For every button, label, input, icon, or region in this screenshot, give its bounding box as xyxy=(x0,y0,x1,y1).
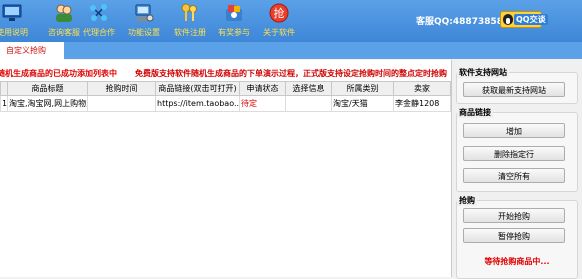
rush-group-title: 抢购 xyxy=(457,195,477,206)
control-panel: 软件支持网站 获取最新支持网站 商品链接 增加 删除指定行 清空所有 抢购 开始… xyxy=(452,60,582,279)
get-support-sites-button[interactable]: 获取最新支持网站 xyxy=(463,82,565,97)
row-link[interactable]: https://item.taobao.... xyxy=(155,95,240,112)
row-index: 1 xyxy=(0,95,8,112)
about-badge-icon: 抢 xyxy=(269,3,289,23)
agent-cooperation-button[interactable]: 代理合作 xyxy=(75,1,123,39)
row-time[interactable] xyxy=(87,95,156,112)
pause-rush-button[interactable]: 暂停抢购 xyxy=(463,228,565,243)
waiting-status: 等待抢购商品中... xyxy=(484,257,550,266)
product-table[interactable]: 商品标题 抢购时间 商品链接(双击可打开) 申请状态 选择信息 所属类别 卖家 … xyxy=(0,81,451,112)
tab-bar xyxy=(0,42,582,59)
link-group-title: 商品链接 xyxy=(457,107,493,118)
customer-service-icon xyxy=(56,4,72,22)
agent-cooperation-label: 代理合作 xyxy=(83,28,115,37)
support-group-title: 软件支持网站 xyxy=(457,67,509,78)
scrolling-notice: 随机生成商品的已成功添加列表中 免费版支持软件随机生成商品的下单演示过程，正式版… xyxy=(0,68,451,80)
tab-custom-rush[interactable]: 自定义抢购 xyxy=(0,42,64,60)
top-toolbar: 使用说明 咨询客服 代理合作 功能设置 xyxy=(0,0,582,42)
header-seller[interactable]: 卖家 xyxy=(393,81,451,96)
delete-row-button[interactable]: 删除指定行 xyxy=(463,146,565,161)
settings-computer-icon xyxy=(135,4,154,22)
row-info[interactable] xyxy=(285,95,332,112)
header-status[interactable]: 申请状态 xyxy=(239,81,286,96)
about-label: 关于软件 xyxy=(263,28,295,37)
about-badge-char: 抢 xyxy=(274,6,285,20)
clear-all-button[interactable]: 清空所有 xyxy=(463,168,565,183)
prize-button[interactable]: 有奖参与 xyxy=(210,1,258,39)
add-button[interactable]: 增加 xyxy=(463,123,565,138)
table-row[interactable]: 1 淘宝,淘宝网,网上购物,... https://item.taobao...… xyxy=(0,95,451,112)
header-index xyxy=(0,81,8,96)
row-seller[interactable]: 李金静1208 xyxy=(393,95,451,112)
notice-right-text: 免费版支持软件随机生成商品的下单演示过程，正式版支持设定抢购时间的整点定时抢购 xyxy=(135,69,447,78)
table-header: 商品标题 抢购时间 商品链接(双击可打开) 申请状态 选择信息 所属类别 卖家 xyxy=(0,81,451,96)
keys-icon xyxy=(181,3,197,21)
help-button[interactable]: 使用说明 xyxy=(0,1,36,39)
prize-icon xyxy=(226,5,242,21)
main-content: 随机生成商品的已成功添加列表中 免费版支持软件随机生成商品的下单演示过程，正式版… xyxy=(0,60,452,277)
contact-qq-text: 客服QQ:488738580 xyxy=(416,17,510,27)
function-settings-button[interactable]: 功能设置 xyxy=(120,1,168,39)
help-label: 使用说明 xyxy=(0,28,28,37)
qq-penguin-icon xyxy=(503,14,513,25)
row-category[interactable]: 淘宝/天猫 xyxy=(331,95,394,112)
header-link[interactable]: 商品链接(双击可打开) xyxy=(155,81,240,96)
start-rush-button[interactable]: 开始抢购 xyxy=(463,208,565,223)
row-title[interactable]: 淘宝,淘宝网,网上购物,... xyxy=(7,95,88,112)
network-icon xyxy=(90,4,107,21)
function-settings-label: 功能设置 xyxy=(128,28,160,37)
header-info[interactable]: 选择信息 xyxy=(285,81,332,96)
header-time[interactable]: 抢购时间 xyxy=(87,81,156,96)
help-monitor-icon xyxy=(2,4,22,21)
qq-chat-label: QQ交谈 xyxy=(514,14,548,25)
software-register-label: 软件注册 xyxy=(174,28,206,37)
notice-left-text: 随机生成商品的已成功添加列表中 xyxy=(0,69,117,78)
about-button[interactable]: 抢 关于软件 xyxy=(255,1,303,39)
row-status[interactable]: 待定 xyxy=(239,95,286,112)
prize-label: 有奖参与 xyxy=(218,28,250,37)
software-register-button[interactable]: 软件注册 xyxy=(166,1,214,39)
header-category[interactable]: 所属类别 xyxy=(331,81,394,96)
header-title[interactable]: 商品标题 xyxy=(7,81,88,96)
qq-chat-button[interactable]: QQ交谈 xyxy=(500,11,548,28)
